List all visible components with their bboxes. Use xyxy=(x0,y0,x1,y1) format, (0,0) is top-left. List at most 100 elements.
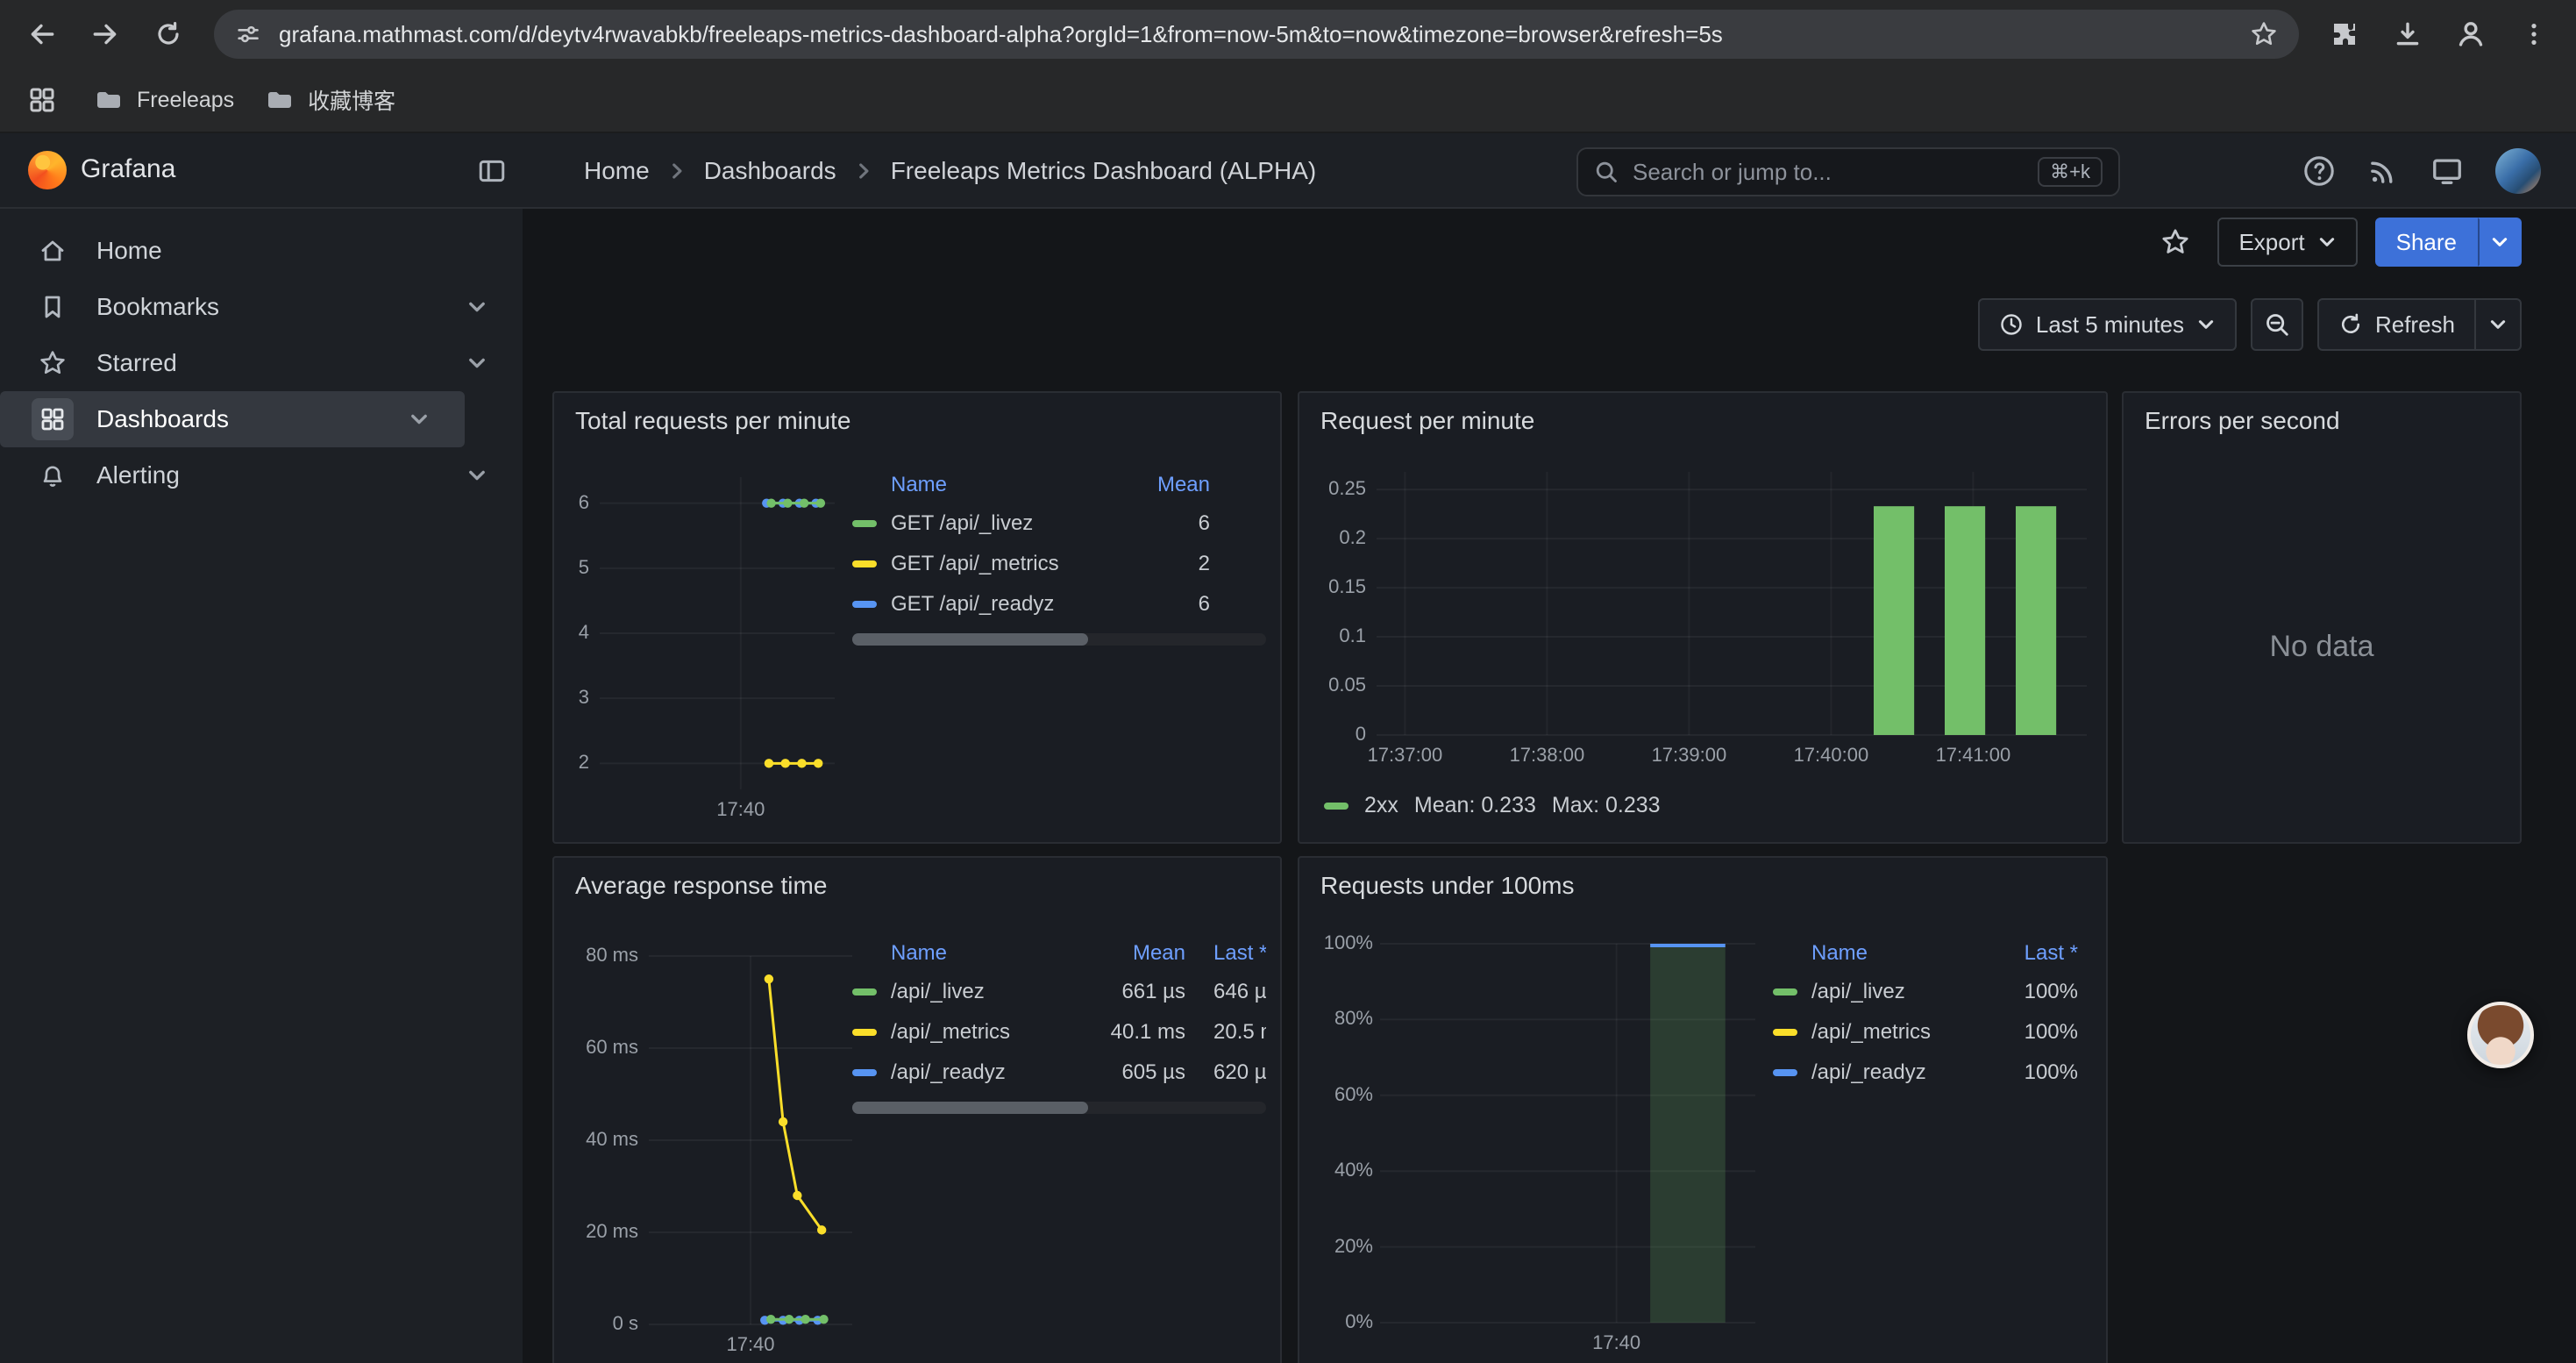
assistant-avatar[interactable] xyxy=(2467,1002,2534,1068)
news-rss-icon[interactable] xyxy=(2367,155,2399,187)
chevron-down-icon xyxy=(2488,315,2508,334)
sidebar-label: Bookmarks xyxy=(96,293,219,321)
series-swatch xyxy=(1773,1029,1797,1036)
breadcrumb-home[interactable]: Home xyxy=(584,157,650,185)
refresh-interval-button[interactable] xyxy=(2476,300,2520,349)
sidebar-label: Starred xyxy=(96,349,177,377)
chevron-down-icon[interactable] xyxy=(466,353,487,374)
sidebar-item-alerting[interactable]: Alerting xyxy=(0,447,523,503)
folder-icon xyxy=(266,86,294,114)
sidebar-item-bookmarks[interactable]: Bookmarks xyxy=(0,279,523,335)
bookmark-folder-blogs[interactable]: 收藏博客 xyxy=(266,84,395,116)
breadcrumb-dashboards[interactable]: Dashboards xyxy=(704,157,836,185)
share-menu-button[interactable] xyxy=(2478,218,2522,267)
legend-row[interactable]: /api/_metrics 40.1 ms20.5 ms xyxy=(852,1012,1266,1053)
legend-line[interactable]: 2xx Mean: 0.233 Max: 0.233 xyxy=(1324,793,1661,818)
share-button[interactable]: Share xyxy=(2375,218,2478,267)
legend-row[interactable]: /api/_livez100% xyxy=(1773,972,2092,1012)
series-name: /api/_metrics xyxy=(891,1020,1010,1045)
legend-column-header[interactable]: Name xyxy=(852,473,1105,497)
series-swatch xyxy=(852,1069,877,1076)
panel-request-per-minute: Request per minute 0.250.20.150.10.05017… xyxy=(1298,391,2108,844)
y-axis-label: 2 xyxy=(554,751,589,774)
panel-title[interactable]: Average response time xyxy=(575,872,827,900)
chevron-down-icon xyxy=(2317,232,2337,252)
extensions-icon[interactable] xyxy=(2320,10,2369,59)
back-icon[interactable] xyxy=(18,10,67,59)
forward-icon[interactable] xyxy=(81,10,130,59)
panel-title[interactable]: Request per minute xyxy=(1320,407,1534,435)
favorite-star-button[interactable] xyxy=(2151,218,2200,267)
zoom-out-button[interactable] xyxy=(2251,298,2303,351)
chevron-down-icon[interactable] xyxy=(409,409,430,430)
series-swatch xyxy=(1324,803,1348,810)
y-axis-label: 4 xyxy=(554,621,589,644)
bar-chart[interactable]: 0.250.20.150.10.05017:37:0017:38:0017:39… xyxy=(1299,393,2106,842)
x-axis-label: 17:40 xyxy=(1547,1331,1687,1354)
search-input[interactable] xyxy=(1633,159,2024,186)
sidebar-item-starred[interactable]: Starred xyxy=(0,335,523,391)
legend-row[interactable]: GET /api/_livez6 xyxy=(852,503,1266,544)
chevron-down-icon[interactable] xyxy=(466,296,487,318)
clock-icon xyxy=(1999,312,2024,337)
legend-row[interactable]: GET /api/_readyz6 xyxy=(852,584,1266,624)
panel-title[interactable]: Requests under 100ms xyxy=(1320,872,1575,900)
apps-grid-icon[interactable] xyxy=(21,79,63,121)
panel-title[interactable]: Total requests per minute xyxy=(575,407,850,435)
panel-title[interactable]: Errors per second xyxy=(2145,407,2340,435)
downloads-icon[interactable] xyxy=(2383,10,2432,59)
series-name: GET /api/_metrics xyxy=(891,552,1059,576)
area-chart[interactable]: 100%80%60%40%20%0%17:40 xyxy=(1299,858,2106,1363)
sidebar-item-home[interactable]: Home xyxy=(0,223,523,279)
series-name: GET /api/_readyz xyxy=(891,592,1054,617)
series-value: 6 xyxy=(1105,511,1210,536)
series-max: Max: 0.233 xyxy=(1552,793,1661,818)
legend-row[interactable]: /api/_livez661 µs646 µs xyxy=(852,972,1266,1012)
kiosk-monitor-icon[interactable] xyxy=(2430,154,2464,188)
panel-errors-per-second: Errors per second No data xyxy=(2122,391,2522,844)
time-controls: Last 5 minutes Refresh xyxy=(1978,298,2522,351)
profile-icon[interactable] xyxy=(2446,10,2495,59)
time-range-picker[interactable]: Last 5 minutes xyxy=(1978,298,2237,351)
series-name: /api/_livez xyxy=(891,980,985,1004)
browser-menu-icon[interactable] xyxy=(2509,10,2558,59)
y-axis-label: 80 ms xyxy=(554,944,638,967)
series-value: 20.5 ms xyxy=(1185,1020,1266,1045)
legend-scrollbar[interactable] xyxy=(852,1102,1266,1114)
refresh-icon xyxy=(2338,312,2363,337)
y-axis-label: 60 ms xyxy=(554,1036,638,1059)
series-value: 40.1 ms xyxy=(1059,1020,1185,1045)
bookmark-star-icon[interactable] xyxy=(2250,20,2278,48)
export-button[interactable]: Export xyxy=(2217,218,2357,267)
refresh-button[interactable]: Refresh xyxy=(2319,300,2474,349)
site-info-icon[interactable] xyxy=(235,21,261,47)
y-axis-label: 0 s xyxy=(554,1312,638,1335)
legend-column-header[interactable]: Last * xyxy=(1185,941,1266,966)
series-value: 620 µs xyxy=(1185,1060,1266,1085)
legend-row[interactable]: /api/_readyz605 µs620 µs xyxy=(852,1053,1266,1093)
legend-row[interactable]: /api/_metrics100% xyxy=(1773,1012,2092,1053)
x-axis-label: 17:39:00 xyxy=(1619,744,1759,767)
chevron-down-icon[interactable] xyxy=(466,465,487,486)
legend-row[interactable]: GET /api/_metrics2 xyxy=(852,544,1266,584)
series-name: /api/_readyz xyxy=(891,1060,1006,1085)
legend-row[interactable]: /api/_readyz100% xyxy=(1773,1053,2092,1093)
magnifier-minus-icon xyxy=(2264,311,2290,338)
legend-column-header[interactable]: Name xyxy=(852,941,1059,966)
bookmark-folder-freeleaps[interactable]: Freeleaps xyxy=(95,86,234,114)
sidebar-toggle-icon[interactable] xyxy=(477,156,507,186)
grafana-logo-icon[interactable] xyxy=(28,151,67,189)
series-value: 100% xyxy=(1966,1060,2078,1085)
url-bar[interactable]: grafana.mathmast.com/d/deytv4rwavabkb/fr… xyxy=(214,10,2299,59)
legend-column-header[interactable]: Last * xyxy=(1966,941,2078,966)
search-box[interactable]: ⌘+k xyxy=(1576,147,2120,196)
user-avatar[interactable] xyxy=(2495,148,2541,194)
legend-column-header[interactable]: Name xyxy=(1773,941,1966,966)
legend-column-header[interactable]: Mean xyxy=(1105,473,1210,497)
sidebar-item-dashboards[interactable]: Dashboards xyxy=(0,391,465,447)
legend-scrollbar[interactable] xyxy=(852,633,1266,646)
reload-icon[interactable] xyxy=(144,10,193,59)
x-axis-label: 17:38:00 xyxy=(1477,744,1617,767)
help-icon[interactable] xyxy=(2302,154,2336,188)
legend-column-header[interactable]: Mean xyxy=(1059,941,1185,966)
